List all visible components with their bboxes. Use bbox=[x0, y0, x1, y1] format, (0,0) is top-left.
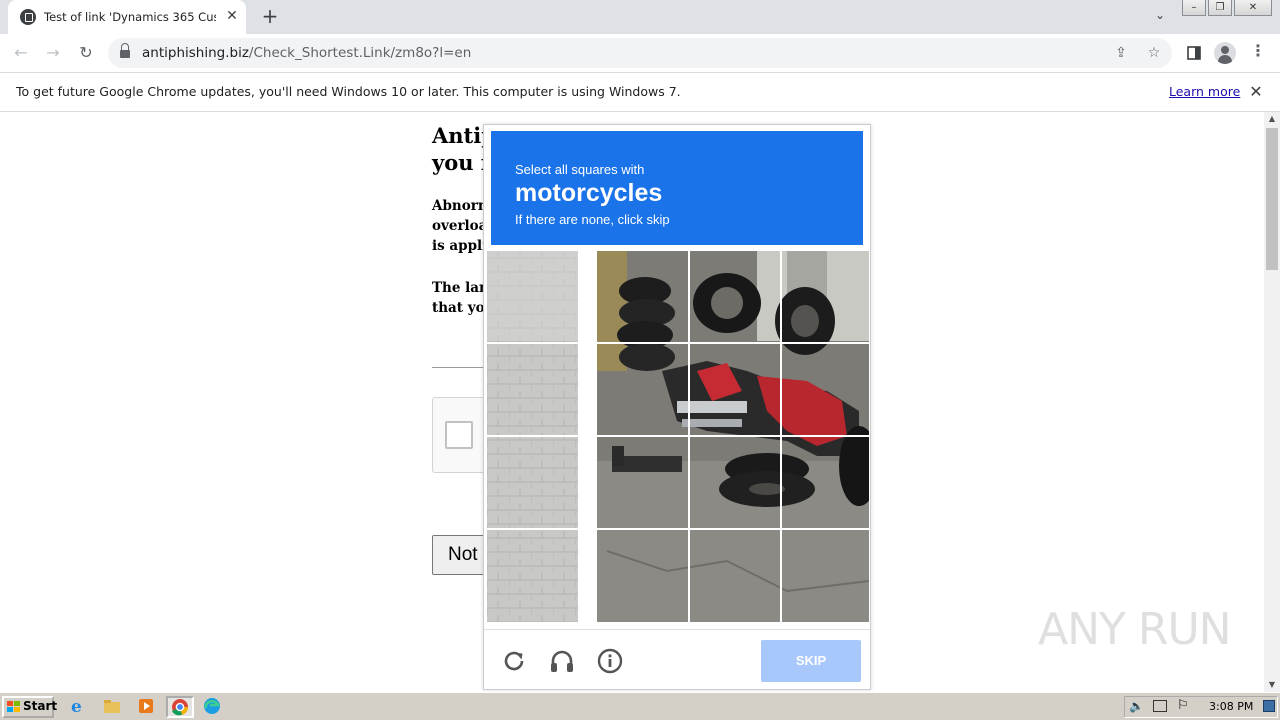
clock[interactable]: 3:08 PM bbox=[1209, 700, 1253, 713]
captcha-tile[interactable] bbox=[597, 437, 688, 528]
browser-toolbar: ← → ↻ antiphishing.biz/Check_Shortest.Li… bbox=[0, 34, 1280, 72]
side-panel-icon[interactable] bbox=[1182, 41, 1206, 65]
network-icon[interactable] bbox=[1153, 700, 1167, 712]
svg-text:e: e bbox=[71, 697, 82, 716]
skip-button[interactable]: SKIP bbox=[761, 640, 861, 682]
captcha-tile[interactable] bbox=[782, 344, 873, 435]
captcha-instruction: Select all squares with bbox=[515, 162, 645, 177]
action-center-flag-icon[interactable]: ⚐ bbox=[1177, 698, 1189, 713]
captcha-tile[interactable] bbox=[487, 437, 578, 528]
captcha-challenge-popup: Select all squares with motorcycles If t… bbox=[483, 124, 871, 690]
info-icon[interactable] bbox=[596, 647, 624, 675]
bookmark-star-icon[interactable]: ☆ bbox=[1144, 43, 1164, 63]
forward-arrow-icon[interactable]: → bbox=[41, 41, 65, 65]
volume-icon[interactable]: 🔈 bbox=[1129, 699, 1144, 713]
start-button[interactable]: Start bbox=[2, 696, 58, 718]
captcha-tile[interactable] bbox=[597, 344, 688, 435]
favicon-lock-icon bbox=[20, 9, 36, 25]
scroll-down-arrow-icon[interactable]: ▼ bbox=[1264, 678, 1280, 692]
audio-icon[interactable] bbox=[548, 647, 576, 675]
reload-icon[interactable] bbox=[500, 647, 528, 675]
restore-icon[interactable]: ❐ bbox=[1208, 0, 1232, 16]
window-controls: – ❐ ✕ bbox=[1182, 0, 1272, 18]
captcha-tile[interactable] bbox=[597, 251, 688, 342]
update-infobar: To get future Google Chrome updates, you… bbox=[0, 72, 1280, 112]
captcha-tile[interactable] bbox=[782, 437, 873, 528]
menu-kebab-icon[interactable]: ⋮ bbox=[1246, 41, 1270, 65]
captcha-tile[interactable] bbox=[782, 530, 873, 621]
scroll-up-arrow-icon[interactable]: ▲ bbox=[1264, 112, 1280, 126]
file-explorer-icon[interactable] bbox=[100, 696, 128, 718]
captcha-tile[interactable] bbox=[487, 251, 578, 342]
tab-search-chevron-icon[interactable]: ⌄ bbox=[1150, 8, 1170, 26]
address-bar[interactable]: antiphishing.biz/Check_Shortest.Link/zm8… bbox=[108, 38, 1172, 68]
page-scrollbar[interactable]: ▲ ▼ bbox=[1264, 112, 1280, 692]
captcha-footer: SKIP bbox=[484, 629, 870, 690]
show-desktop-icon[interactable] bbox=[1263, 700, 1275, 712]
minimize-icon[interactable]: – bbox=[1182, 0, 1206, 16]
tab-close-icon[interactable]: ✕ bbox=[224, 8, 240, 24]
tab-title: Test of link 'Dynamics 365 Customer bbox=[44, 10, 216, 24]
system-tray: 🔈 ⚐ 3:08 PM bbox=[1124, 696, 1278, 718]
captcha-tile[interactable] bbox=[487, 530, 578, 621]
captcha-tile[interactable] bbox=[690, 344, 781, 435]
captcha-tile[interactable] bbox=[597, 530, 688, 621]
media-player-icon[interactable] bbox=[134, 696, 162, 718]
anyrun-watermark: ANY RUN bbox=[1038, 604, 1232, 655]
windows-logo-icon bbox=[7, 701, 20, 712]
tab-strip: Test of link 'Dynamics 365 Customer ✕ + … bbox=[0, 0, 1280, 34]
browser-tab[interactable]: Test of link 'Dynamics 365 Customer ✕ bbox=[8, 0, 246, 34]
internet-explorer-icon[interactable]: e bbox=[66, 696, 94, 718]
captcha-image-grid bbox=[487, 251, 869, 622]
screen: Test of link 'Dynamics 365 Customer ✕ + … bbox=[0, 0, 1280, 720]
back-arrow-icon[interactable]: ← bbox=[9, 41, 33, 65]
share-icon[interactable]: ⇪ bbox=[1111, 43, 1131, 63]
infobar-close-icon[interactable]: ✕ bbox=[1246, 82, 1266, 102]
captcha-tile[interactable] bbox=[690, 251, 781, 342]
captcha-tile[interactable] bbox=[690, 437, 781, 528]
recaptcha-checkbox[interactable] bbox=[445, 421, 473, 449]
window-close-icon[interactable]: ✕ bbox=[1234, 0, 1272, 16]
lock-icon bbox=[120, 43, 130, 58]
new-tab-button[interactable]: + bbox=[258, 5, 282, 29]
learn-more-link[interactable]: Learn more bbox=[1169, 84, 1240, 99]
edge-icon[interactable] bbox=[200, 696, 228, 718]
url-text: antiphishing.biz/Check_Shortest.Link/zm8… bbox=[142, 45, 472, 61]
infobar-message: To get future Google Chrome updates, you… bbox=[16, 84, 681, 99]
captcha-tile[interactable] bbox=[487, 344, 578, 435]
chrome-icon[interactable] bbox=[166, 696, 194, 718]
windows-taskbar: Start e 🔈 ⚐ 3:08 PM bbox=[0, 692, 1280, 720]
captcha-header: Select all squares with motorcycles If t… bbox=[491, 131, 863, 245]
captcha-tile[interactable] bbox=[690, 530, 781, 621]
captcha-target-object: motorcycles bbox=[515, 179, 663, 207]
captcha-tile[interactable] bbox=[782, 251, 873, 342]
profile-avatar-icon[interactable] bbox=[1214, 42, 1236, 64]
scroll-thumb[interactable] bbox=[1266, 128, 1278, 270]
start-label: Start bbox=[23, 699, 58, 713]
reload-page-icon[interactable]: ↻ bbox=[74, 41, 98, 65]
captcha-hint: If there are none, click skip bbox=[515, 212, 670, 227]
